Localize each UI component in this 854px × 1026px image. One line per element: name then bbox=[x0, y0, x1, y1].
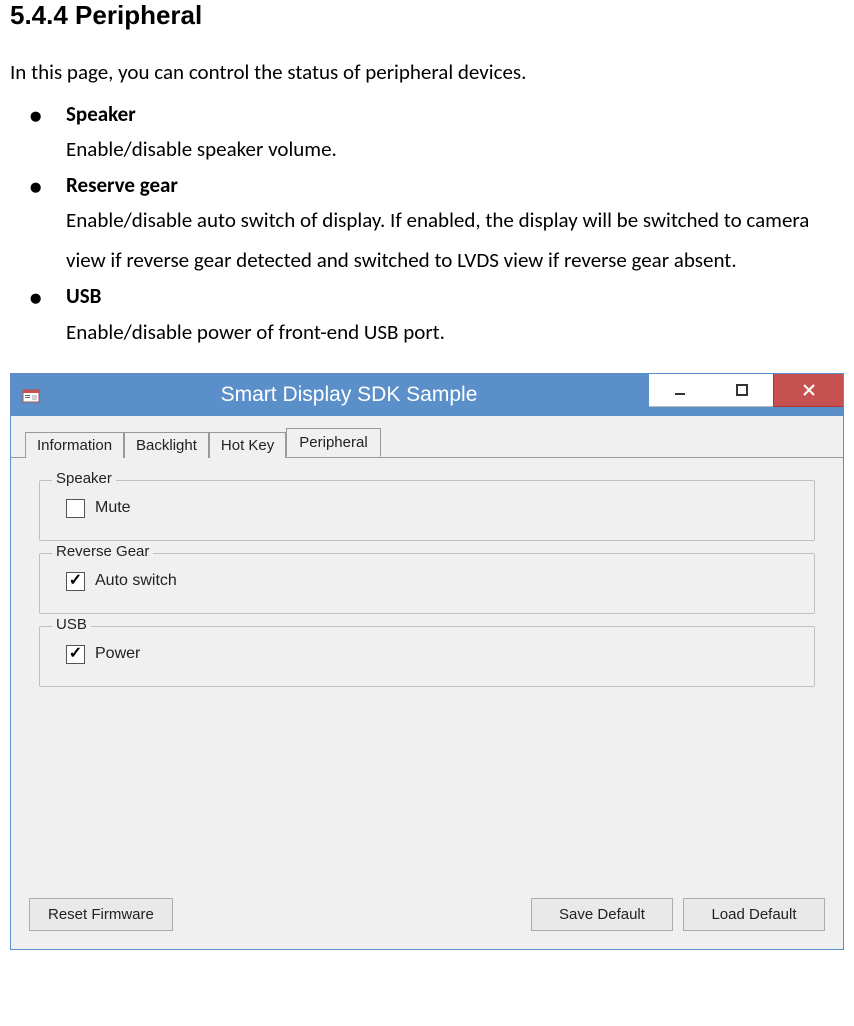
maximize-button[interactable] bbox=[711, 374, 773, 407]
checkbox-power-row: Power bbox=[66, 645, 788, 664]
minimize-button[interactable] bbox=[649, 374, 711, 407]
bullet-title: Speaker bbox=[66, 99, 844, 131]
checkbox-mute-label: Mute bbox=[95, 499, 131, 517]
intro-text: In this page, you can control the status… bbox=[10, 57, 844, 89]
window-body: Information Backlight Hot Key Peripheral… bbox=[11, 416, 843, 949]
window-controls bbox=[649, 374, 843, 416]
checkbox-power-label: Power bbox=[95, 645, 140, 663]
window-title: Smart Display SDK Sample bbox=[49, 383, 649, 407]
group-title: USB bbox=[52, 616, 91, 633]
group-speaker: Speaker Mute bbox=[39, 480, 815, 541]
close-button[interactable] bbox=[773, 374, 843, 407]
bullet-desc: Enable/disable speaker volume. bbox=[66, 130, 844, 170]
bullet-reserve-gear: Reserve gear Enable/disable auto switch … bbox=[22, 170, 844, 281]
checkbox-autoswitch-row: Auto switch bbox=[66, 572, 788, 591]
group-reverse-gear: Reverse Gear Auto switch bbox=[39, 553, 815, 614]
app-icon bbox=[21, 385, 41, 405]
button-bar: Reset Firmware Save Default Load Default bbox=[11, 898, 843, 949]
bullet-title: USB bbox=[66, 281, 844, 313]
load-default-button[interactable]: Load Default bbox=[683, 898, 825, 931]
section-heading: 5.4.4 Peripheral bbox=[10, 0, 844, 31]
bullet-title: Reserve gear bbox=[66, 170, 844, 202]
checkbox-autoswitch-label: Auto switch bbox=[95, 572, 177, 590]
bullet-usb: USB Enable/disable power of front-end US… bbox=[22, 281, 844, 352]
checkbox-mute[interactable] bbox=[66, 499, 85, 518]
save-default-button[interactable]: Save Default bbox=[531, 898, 673, 931]
checkbox-power[interactable] bbox=[66, 645, 85, 664]
spacer bbox=[183, 898, 521, 931]
checkbox-mute-row: Mute bbox=[66, 499, 788, 518]
tab-backlight[interactable]: Backlight bbox=[124, 432, 209, 458]
group-title: Speaker bbox=[52, 470, 116, 487]
group-usb: USB Power bbox=[39, 626, 815, 687]
title-bar: Smart Display SDK Sample bbox=[11, 374, 843, 416]
checkbox-autoswitch[interactable] bbox=[66, 572, 85, 591]
tab-hotkey[interactable]: Hot Key bbox=[209, 432, 286, 458]
tab-panel-peripheral: Speaker Mute Reverse Gear Auto switch US… bbox=[11, 458, 843, 898]
bullet-speaker: Speaker Enable/disable speaker volume. bbox=[22, 99, 844, 170]
bullet-desc: Enable/disable auto switch of display. I… bbox=[66, 201, 844, 281]
bullet-list: Speaker Enable/disable speaker volume. R… bbox=[10, 99, 844, 353]
bullet-desc: Enable/disable power of front-end USB po… bbox=[66, 313, 844, 353]
tab-strip: Information Backlight Hot Key Peripheral bbox=[11, 416, 843, 458]
reset-firmware-button[interactable]: Reset Firmware bbox=[29, 898, 173, 931]
tab-information[interactable]: Information bbox=[25, 432, 124, 458]
tab-peripheral[interactable]: Peripheral bbox=[286, 428, 380, 457]
group-title: Reverse Gear bbox=[52, 543, 153, 560]
app-window: Smart Display SDK Sample Information Bac… bbox=[10, 373, 844, 950]
